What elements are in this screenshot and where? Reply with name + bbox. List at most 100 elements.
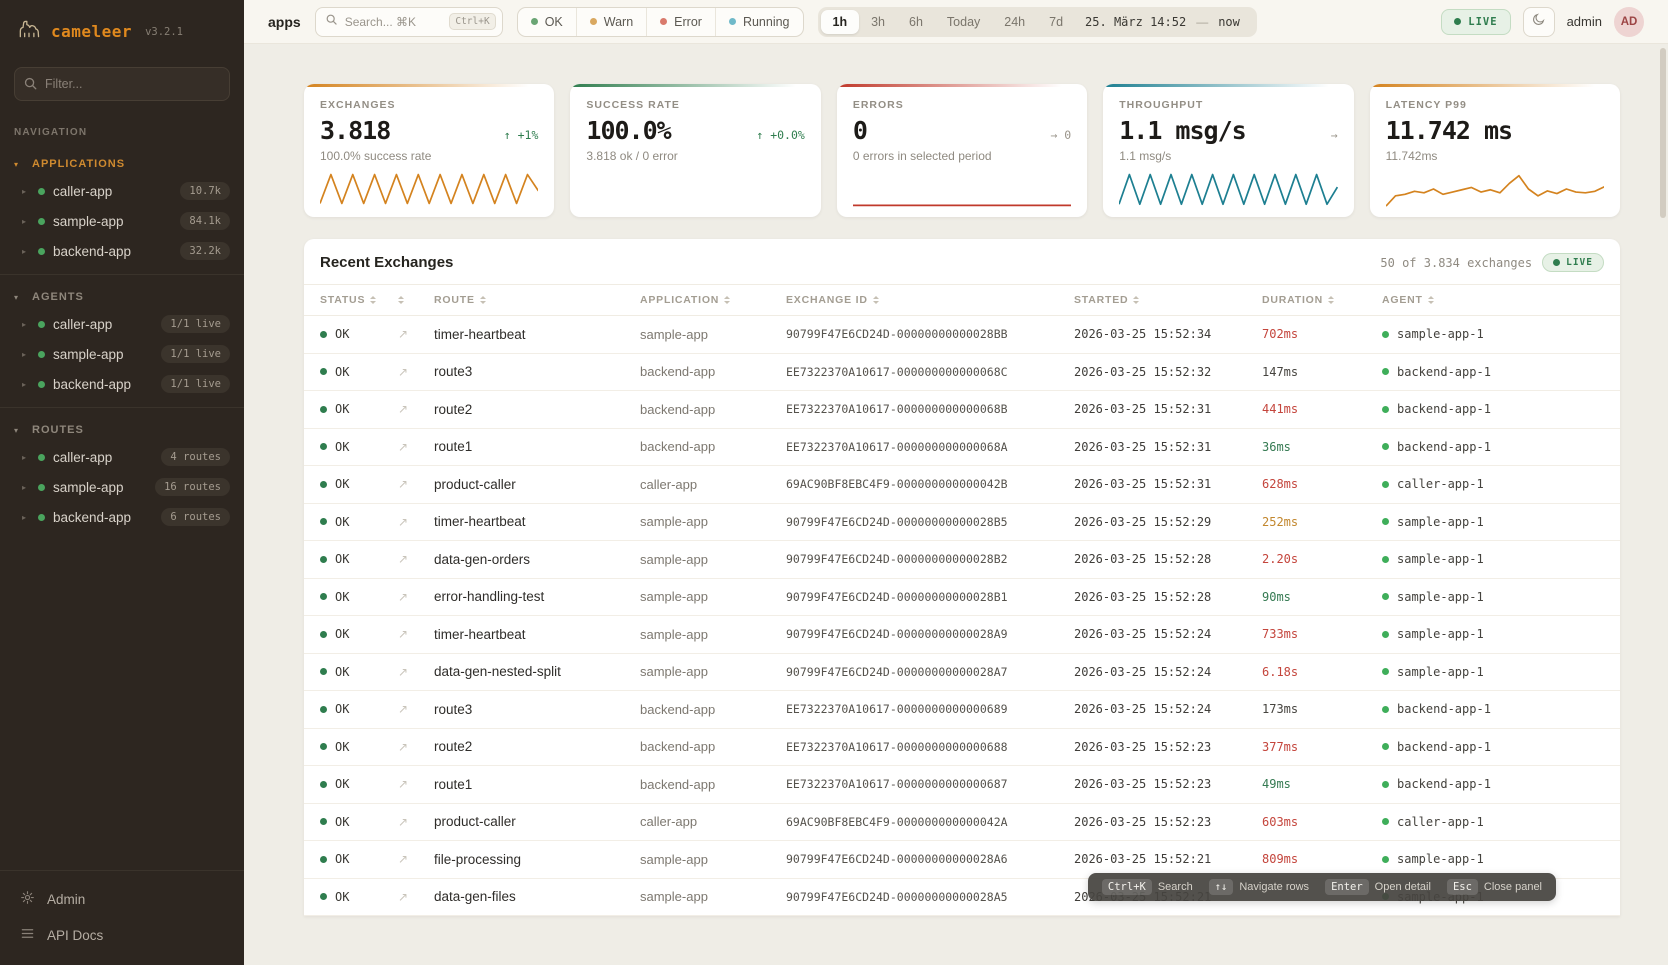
brand[interactable]: cameleer v3.2.1 xyxy=(0,0,244,57)
table-row[interactable]: OK ↗ route2 backend-app EE7322370A10617-… xyxy=(304,729,1620,767)
sidebar-item[interactable]: ▸ sample-app 84.1k xyxy=(0,206,244,236)
table-row[interactable]: OK ↗ data-gen-nested-split sample-app 90… xyxy=(304,654,1620,692)
keyboard-hint: Enter Open detail xyxy=(1325,879,1431,895)
open-detail-icon[interactable]: ↗ xyxy=(398,740,434,754)
metric-label: LATENCY P99 xyxy=(1386,99,1604,111)
table-row[interactable]: OK ↗ timer-heartbeat sample-app 90799F47… xyxy=(304,316,1620,354)
user-name[interactable]: admin xyxy=(1567,14,1602,29)
scrollbar-thumb[interactable] xyxy=(1660,48,1666,218)
duration-cell: 2.20s xyxy=(1262,552,1382,566)
range-button[interactable]: 24h xyxy=(992,10,1037,34)
sidebar-item[interactable]: ▸ caller-app 1/1 live xyxy=(0,309,244,339)
table-row[interactable]: OK ↗ error-handling-test sample-app 9079… xyxy=(304,579,1620,617)
status-dot-icon xyxy=(1382,481,1389,488)
open-detail-icon[interactable]: ↗ xyxy=(398,890,434,904)
nav-section-header[interactable]: ▾ ROUTES xyxy=(0,418,244,442)
open-detail-icon[interactable]: ↗ xyxy=(398,702,434,716)
started-cell: 2026-03-25 15:52:32 xyxy=(1074,365,1262,379)
filter-input[interactable] xyxy=(14,67,230,101)
sidebar-item[interactable]: ▸ caller-app 4 routes xyxy=(0,442,244,472)
table-row[interactable]: OK ↗ product-caller caller-app 69AC90BF8… xyxy=(304,804,1620,842)
theme-toggle-button[interactable] xyxy=(1523,7,1555,37)
hint-label: Search xyxy=(1158,881,1193,893)
sidebar-item-admin[interactable]: Admin xyxy=(0,881,244,917)
open-detail-icon[interactable]: ↗ xyxy=(398,327,434,341)
range-button[interactable]: 3h xyxy=(859,10,897,34)
open-detail-icon[interactable]: ↗ xyxy=(398,590,434,604)
open-detail-icon[interactable]: ↗ xyxy=(398,515,434,529)
chevron-right-icon: ▸ xyxy=(22,247,30,256)
open-detail-icon[interactable]: ↗ xyxy=(398,402,434,416)
global-search[interactable]: Ctrl+K xyxy=(315,7,503,37)
open-detail-icon[interactable]: ↗ xyxy=(398,665,434,679)
status-dot-icon xyxy=(38,381,45,388)
live-badge[interactable]: LIVE xyxy=(1441,9,1510,35)
range-separator: — xyxy=(1196,15,1208,29)
status-filter-chip[interactable]: OK xyxy=(518,8,576,36)
sidebar-item[interactable]: ▸ backend-app 32.2k xyxy=(0,236,244,266)
status-dot-icon xyxy=(320,893,327,900)
table-row[interactable]: OK ↗ timer-heartbeat sample-app 90799F47… xyxy=(304,504,1620,542)
avatar[interactable]: AD xyxy=(1614,7,1644,37)
open-detail-icon[interactable]: ↗ xyxy=(398,627,434,641)
column-header-status[interactable]: STATUS xyxy=(320,294,398,306)
open-detail-icon[interactable]: ↗ xyxy=(398,552,434,566)
metric-label: SUCCESS RATE xyxy=(586,99,804,111)
nav-section-header[interactable]: ▾ AGENTS xyxy=(0,285,244,309)
status-filter-chip[interactable]: Error xyxy=(646,8,715,36)
open-detail-icon[interactable]: ↗ xyxy=(398,440,434,454)
column-header-application[interactable]: APPLICATION xyxy=(640,294,786,306)
range-button[interactable]: 6h xyxy=(897,10,935,34)
date-range-display[interactable]: 25. März 14:52 — now xyxy=(1075,15,1254,29)
column-header-started[interactable]: STARTED xyxy=(1074,294,1262,306)
range-button[interactable]: Today xyxy=(935,10,992,34)
table-row[interactable]: OK ↗ route1 backend-app EE7322370A10617-… xyxy=(304,429,1620,467)
table-row[interactable]: OK ↗ route1 backend-app EE7322370A10617-… xyxy=(304,766,1620,804)
exchange-id-cell: 90799F47E6CD24D-00000000000028BB xyxy=(786,327,1074,341)
table-row[interactable]: OK ↗ route3 backend-app EE7322370A10617-… xyxy=(304,691,1620,729)
column-header-link[interactable] xyxy=(398,296,434,304)
sidebar-item[interactable]: ▸ backend-app 6 routes xyxy=(0,502,244,532)
card-accent-bar xyxy=(570,84,820,87)
range-button[interactable]: 7d xyxy=(1037,10,1075,34)
range-button[interactable]: 1h xyxy=(821,10,860,34)
nav-section-header[interactable]: ▾ APPLICATIONS xyxy=(0,152,244,176)
open-detail-icon[interactable]: ↗ xyxy=(398,852,434,866)
status-filter-chip[interactable]: Running xyxy=(715,8,803,36)
table-row[interactable]: OK ↗ route3 backend-app EE7322370A10617-… xyxy=(304,354,1620,392)
column-header-route[interactable]: ROUTE xyxy=(434,294,640,306)
keyboard-hint: ↑↓ Navigate rows xyxy=(1209,879,1309,895)
exchange-id-cell: 90799F47E6CD24D-00000000000028B2 xyxy=(786,552,1074,566)
metric-subtext: 0 errors in selected period xyxy=(853,149,1071,163)
open-detail-icon[interactable]: ↗ xyxy=(398,777,434,791)
gear-icon xyxy=(20,890,35,908)
duration-cell: 603ms xyxy=(1262,815,1382,829)
application-cell: sample-app xyxy=(640,664,786,679)
sidebar-item[interactable]: ▸ caller-app 10.7k xyxy=(0,176,244,206)
sidebar-item[interactable]: ▸ sample-app 16 routes xyxy=(0,472,244,502)
sidebar-item-api-docs[interactable]: API Docs xyxy=(0,917,244,953)
column-header-duration[interactable]: DURATION xyxy=(1262,294,1382,306)
status-dot-icon xyxy=(1382,818,1389,825)
table-row[interactable]: OK ↗ timer-heartbeat sample-app 90799F47… xyxy=(304,616,1620,654)
table-row[interactable]: OK ↗ data-gen-orders sample-app 90799F47… xyxy=(304,541,1620,579)
sidebar-item[interactable]: ▸ sample-app 1/1 live xyxy=(0,339,244,369)
application-cell: backend-app xyxy=(640,402,786,417)
hint-label: Close panel xyxy=(1484,881,1542,893)
table-row[interactable]: OK ↗ route2 backend-app EE7322370A10617-… xyxy=(304,391,1620,429)
open-detail-icon[interactable]: ↗ xyxy=(398,477,434,491)
sidebar-item[interactable]: ▸ backend-app 1/1 live xyxy=(0,369,244,399)
application-cell: sample-app xyxy=(640,889,786,904)
table-row[interactable]: OK ↗ product-caller caller-app 69AC90BF8… xyxy=(304,466,1620,504)
status-filter-label: Warn xyxy=(604,15,633,29)
search-input[interactable] xyxy=(345,15,443,29)
started-cell: 2026-03-25 15:52:24 xyxy=(1074,627,1262,641)
column-header-agent[interactable]: AGENT xyxy=(1382,294,1604,306)
status-cell: OK xyxy=(320,740,398,754)
open-detail-icon[interactable]: ↗ xyxy=(398,365,434,379)
route-cell: timer-heartbeat xyxy=(434,327,640,342)
column-header-exchange-id[interactable]: EXCHANGE ID xyxy=(786,294,1074,306)
status-filter-chip[interactable]: Warn xyxy=(576,8,646,36)
agent-cell: sample-app-1 xyxy=(1382,852,1604,866)
open-detail-icon[interactable]: ↗ xyxy=(398,815,434,829)
